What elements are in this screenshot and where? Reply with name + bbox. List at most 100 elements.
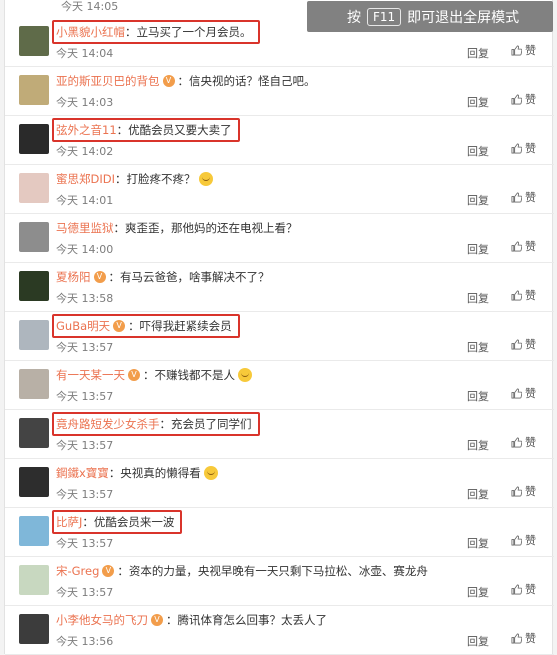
- username-link[interactable]: 亚的斯亚贝巴的背包: [56, 73, 160, 89]
- like-button[interactable]: 赞: [511, 434, 536, 450]
- username-link[interactable]: 弦外之音11: [56, 122, 117, 138]
- comment-row: 竟舟路短发少女杀手 ：充会员了同学们 今天 13:57 回复 赞: [5, 410, 554, 459]
- reply-button[interactable]: 回复: [467, 584, 489, 600]
- like-button[interactable]: 赞: [511, 91, 536, 107]
- like-label: 赞: [525, 436, 536, 449]
- avatar[interactable]: [19, 565, 49, 595]
- comment-line: 竟舟路短发少女杀手 ：充会员了同学们: [56, 416, 252, 432]
- comment-time: 今天 13:58: [56, 292, 114, 305]
- comment-time: 今天 13:57: [56, 341, 114, 354]
- reply-button[interactable]: 回复: [467, 437, 489, 453]
- reply-button[interactable]: 回复: [467, 45, 489, 61]
- avatar[interactable]: [19, 75, 49, 105]
- comment-row: 亚的斯亚贝巴的背包 V ：信央视的话？怪自己吧。 今天 14:03 回复 赞: [5, 67, 554, 116]
- like-button[interactable]: 赞: [511, 238, 536, 254]
- reply-button[interactable]: 回复: [467, 486, 489, 502]
- comment-text: ：打脸疼不疼？: [115, 172, 196, 186]
- like-label: 赞: [525, 289, 536, 302]
- like-label: 赞: [525, 191, 536, 204]
- comment-time: 今天 14:04: [56, 47, 114, 60]
- comment-time: 今天 13:57: [56, 537, 114, 550]
- username-link[interactable]: 宋-Greg: [56, 563, 99, 579]
- like-label: 赞: [525, 485, 536, 498]
- comment-line: 蜜思郑DIDI ：打脸疼不疼？: [56, 171, 213, 187]
- emoji-icon: [198, 172, 213, 186]
- like-button[interactable]: 赞: [511, 140, 536, 156]
- username-link[interactable]: 小李他女马的飞刀: [56, 612, 148, 628]
- comment-line: 有一天某一天 V ：不赚钱都不是人: [56, 367, 252, 383]
- like-button[interactable]: 赞: [511, 630, 536, 646]
- like-button[interactable]: 赞: [511, 336, 536, 352]
- avatar[interactable]: [19, 614, 49, 644]
- avatar[interactable]: [19, 124, 49, 154]
- username-link[interactable]: 小黑貌小红帽: [56, 24, 125, 40]
- reply-button[interactable]: 回复: [467, 339, 489, 355]
- username-link[interactable]: 蜜思郑DIDI: [56, 171, 115, 187]
- comment-row: 马德里监狱 ：爽歪歪，那他妈的还在电视上看？ 今天 14:00 回复 赞: [5, 214, 554, 263]
- comment-line: 鋼鐵x寶寶 ：央视真的懒得看: [56, 465, 218, 481]
- username-link[interactable]: 比萨J: [56, 514, 82, 530]
- reply-button[interactable]: 回复: [467, 388, 489, 404]
- comment-row: 有一天某一天 V ：不赚钱都不是人 今天 13:57 回复 赞: [5, 361, 554, 410]
- thumbs-up-icon: [511, 45, 522, 55]
- reply-button[interactable]: 回复: [467, 241, 489, 257]
- vip-badge-icon: V: [113, 320, 126, 332]
- like-button[interactable]: 赞: [511, 483, 536, 499]
- reply-button[interactable]: 回复: [467, 192, 489, 208]
- like-button[interactable]: 赞: [511, 287, 536, 303]
- comment-time: 今天 13:57: [56, 488, 114, 501]
- like-label: 赞: [525, 240, 536, 253]
- reply-button[interactable]: 回复: [467, 535, 489, 551]
- comment-time: 今天 13:57: [56, 439, 114, 452]
- avatar[interactable]: [19, 320, 49, 350]
- avatar[interactable]: [19, 516, 49, 546]
- avatar[interactable]: [19, 222, 49, 252]
- reply-button[interactable]: 回复: [467, 94, 489, 110]
- reply-button[interactable]: 回复: [467, 143, 489, 159]
- avatar[interactable]: [19, 173, 49, 203]
- username-link[interactable]: GuBa明天: [56, 318, 110, 334]
- reply-button[interactable]: 回复: [467, 633, 489, 649]
- comment-line: 宋-Greg V ：资本的力量，央视早晚有一天只剩下马拉松、冰壶、赛龙舟: [56, 563, 428, 579]
- comment-time: 今天 13:57: [56, 390, 114, 403]
- comment-row: 夏杨阳 V ：有马云爸爸，啥事解决不了？ 今天 13:58 回复 赞: [5, 263, 554, 312]
- username-link[interactable]: 马德里监狱: [56, 220, 114, 236]
- reply-button[interactable]: 回复: [467, 290, 489, 306]
- like-label: 赞: [525, 632, 536, 645]
- vip-badge-icon: V: [162, 75, 175, 87]
- comment-text: ：腾讯体育怎么回事？太丢人了: [166, 613, 327, 627]
- comment-row: 比萨J ：优酷会员来一波 今天 13:57 回复 赞: [5, 508, 554, 557]
- comment-time: 今天 14:02: [56, 145, 114, 158]
- username-link[interactable]: 竟舟路短发少女杀手: [56, 416, 160, 432]
- comment-text: ：有马云爸爸，啥事解决不了？: [108, 270, 270, 284]
- comment-row: 小李他女马的飞刀 V ：腾讯体育怎么回事？太丢人了 今天 13:56 回复 赞: [5, 606, 554, 655]
- like-button[interactable]: 赞: [511, 532, 536, 548]
- comment-row: 弦外之音11 ：优酷会员又要大卖了 今天 14:02 回复 赞: [5, 116, 554, 165]
- username-link[interactable]: 夏杨阳: [56, 269, 91, 285]
- avatar[interactable]: [19, 418, 49, 448]
- comment-line: 亚的斯亚贝巴的背包 V ：信央视的话？怪自己吧。: [56, 73, 316, 89]
- thumbs-up-icon: [511, 633, 522, 643]
- avatar[interactable]: [19, 271, 49, 301]
- like-label: 赞: [525, 338, 536, 351]
- avatar[interactable]: [19, 369, 49, 399]
- vip-badge-icon: V: [93, 271, 106, 283]
- thumbs-up-icon: [511, 437, 522, 447]
- like-button[interactable]: 赞: [511, 42, 536, 58]
- comment-row: GuBa明天 V ：吓得我赶紧续会员 今天 13:57 回复 赞: [5, 312, 554, 361]
- avatar[interactable]: [19, 26, 49, 56]
- comment-line: 弦外之音11 ：优酷会员又要大卖了: [56, 122, 232, 138]
- avatar[interactable]: [19, 467, 49, 497]
- like-button[interactable]: 赞: [511, 385, 536, 401]
- thumbs-up-icon: [511, 143, 522, 153]
- comment-row: 鋼鐵x寶寶 ：央视真的懒得看 今天 13:57 回复 赞: [5, 459, 554, 508]
- like-button[interactable]: 赞: [511, 189, 536, 205]
- username-link[interactable]: 鋼鐵x寶寶: [56, 465, 109, 481]
- comment-row: 蜜思郑DIDI ：打脸疼不疼？ 今天 14:01 回复赞: [5, 165, 554, 214]
- like-button[interactable]: 赞: [511, 581, 536, 597]
- like-label: 赞: [525, 583, 536, 596]
- comment-panel: 今天 14:05 小黑貌小红帽 ：立马买了一个月会员。 今天 14:04 回复赞亚的斯…: [4, 0, 554, 655]
- comment-text: ：爽歪歪，那他妈的还在电视上看？: [113, 221, 298, 235]
- username-link[interactable]: 有一天某一天: [56, 367, 125, 383]
- thumbs-up-icon: [511, 535, 522, 545]
